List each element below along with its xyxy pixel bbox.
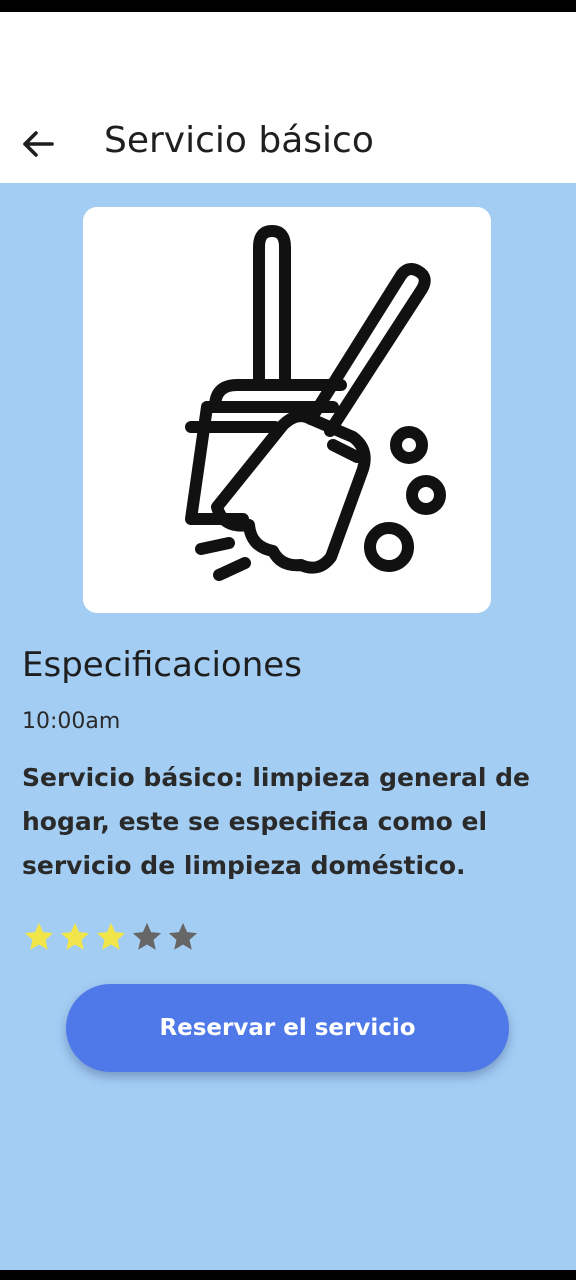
- back-button[interactable]: [14, 122, 62, 166]
- status-bar: [0, 0, 576, 12]
- page-title: Servicio básico: [104, 120, 374, 161]
- star-empty-icon: [132, 922, 162, 950]
- arrow-left-icon: [23, 131, 54, 157]
- star-filled-icon: [60, 922, 90, 950]
- star-filled-icon: [24, 922, 54, 950]
- service-image-card: [83, 207, 491, 613]
- star-rating: [22, 920, 200, 954]
- broom-dustpan-icon: [185, 225, 446, 581]
- app-bar: Servicio básico: [0, 12, 576, 183]
- reserve-service-button[interactable]: Reservar el servicio: [66, 984, 509, 1072]
- star-filled-icon: [96, 922, 126, 950]
- navigation-bar: [0, 1270, 576, 1280]
- section-title: Especificaciones: [22, 645, 302, 685]
- screen: Servicio básico Especificaciones 10:00am…: [0, 12, 576, 1270]
- service-time: 10:00am: [22, 709, 121, 734]
- service-description: Servicio básico: limpieza general de hog…: [22, 763, 530, 880]
- star-empty-icon: [168, 922, 198, 950]
- reserve-service-label: Reservar el servicio: [159, 1015, 416, 1041]
